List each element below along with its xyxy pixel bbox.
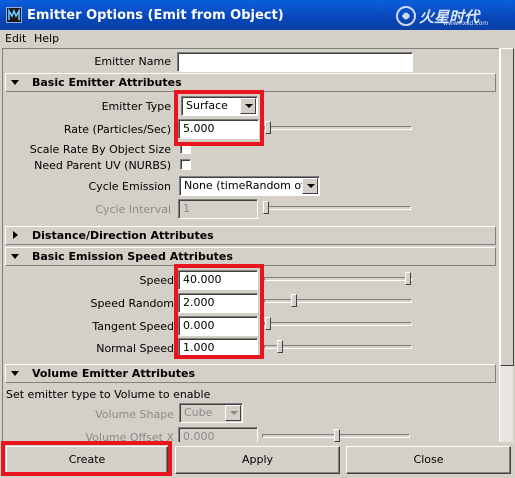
speed-label: Speed (139, 274, 174, 287)
section-volume-emitter[interactable]: Volume Emitter Attributes (5, 364, 496, 383)
watermark-url: www.hxsd.com (443, 20, 489, 27)
volume-offset-x-label: Volume Offset X (85, 431, 175, 442)
volume-shape-label: Volume Shape (95, 408, 174, 421)
speed-random-field[interactable]: 2.000 (178, 293, 258, 313)
tangent-speed-label: Tangent Speed (92, 320, 174, 333)
menu-bar: Edit Help (0, 30, 515, 48)
speed-slider-track[interactable] (264, 277, 412, 281)
cycle-emission-value: None (timeRandom off) (184, 179, 313, 192)
normal-speed-field[interactable]: 1.000 (178, 338, 258, 358)
options-panel: Emitter Name Basic Emitter Attributes Em… (2, 48, 499, 442)
cycle-interval-field: 1 (178, 199, 258, 219)
collapse-arrow-icon (11, 254, 19, 259)
vertical-scrollbar[interactable] (499, 48, 514, 442)
dropdown-arrow-icon (225, 405, 241, 421)
need-parent-uv-checkbox[interactable] (180, 159, 191, 170)
section-basic-emitter[interactable]: Basic Emitter Attributes (5, 73, 496, 92)
cycle-emission-dropdown[interactable]: None (timeRandom off) (179, 176, 320, 196)
section-distance-direction[interactable]: Distance/Direction Attributes (5, 226, 496, 245)
cycle-emission-label: Cycle Emission (88, 180, 172, 193)
section-emission-speed-title: Basic Emission Speed Attributes (32, 250, 233, 263)
speed-random-slider-thumb[interactable] (291, 294, 297, 307)
cycle-interval-slider-track (263, 206, 411, 210)
section-basic-emitter-title: Basic Emitter Attributes (32, 76, 182, 89)
volume-offset-x-field: 0.000 (178, 427, 258, 442)
emitter-type-label: Emitter Type (101, 100, 171, 113)
rate-field[interactable]: 5.000 (178, 119, 259, 139)
normal-speed-slider-thumb[interactable] (277, 340, 283, 353)
speed-random-label: Speed Random (90, 297, 174, 310)
cycle-interval-label: Cycle Interval (95, 203, 171, 216)
normal-speed-slider-track[interactable] (264, 345, 412, 349)
tangent-speed-slider-track[interactable] (264, 322, 412, 326)
emitter-type-value: Surface (186, 99, 228, 112)
watermark-logo: 火星时代 www.hxsd.com (393, 3, 503, 29)
tangent-speed-slider-thumb[interactable] (265, 317, 271, 330)
dropdown-arrow-icon[interactable] (302, 178, 318, 194)
title-bar: Emitter Options (Emit from Object) 火星时代 … (0, 0, 515, 30)
rate-slider-track[interactable] (264, 126, 412, 130)
volume-shape-dropdown: Cube (179, 403, 243, 423)
section-volume-emitter-title: Volume Emitter Attributes (32, 367, 195, 380)
normal-speed-label: Normal Speed (96, 342, 174, 355)
window-title: Emitter Options (Emit from Object) (27, 8, 284, 23)
collapse-arrow-icon (11, 371, 19, 376)
cycle-interval-slider-thumb (263, 201, 269, 214)
scale-rate-checkbox[interactable] (180, 143, 191, 154)
emitter-name-field[interactable] (177, 52, 413, 72)
rate-slider-thumb[interactable] (265, 121, 271, 134)
emitter-name-label: Emitter Name (94, 55, 171, 68)
volume-offset-x-slider-thumb (334, 429, 340, 442)
speed-slider-thumb[interactable] (405, 272, 411, 285)
emitter-type-dropdown[interactable]: Surface (181, 96, 258, 116)
apply-button[interactable]: Apply (175, 446, 340, 474)
menu-help[interactable]: Help (34, 32, 59, 45)
create-button[interactable]: Create (6, 446, 168, 474)
speed-field[interactable]: 40.000 (178, 270, 258, 290)
volume-shape-value: Cube (184, 406, 213, 419)
menu-edit[interactable]: Edit (5, 32, 26, 45)
dropdown-arrow-icon[interactable] (240, 98, 256, 114)
scrollbar-thumb[interactable] (500, 48, 514, 366)
tangent-speed-field[interactable]: 0.000 (178, 316, 258, 336)
section-emission-speed[interactable]: Basic Emission Speed Attributes (5, 247, 496, 266)
volume-note: Set emitter type to Volume to enable (6, 388, 211, 401)
collapse-arrow-icon (11, 80, 19, 85)
need-parent-uv-label: Need Parent UV (NURBS) (34, 159, 171, 172)
close-button[interactable]: Close (346, 446, 511, 474)
speed-random-slider-track[interactable] (264, 299, 412, 303)
maya-app-icon[interactable] (6, 7, 22, 23)
expand-arrow-icon (13, 231, 18, 239)
rate-label: Rate (Particles/Sec) (63, 123, 171, 136)
section-distance-direction-title: Distance/Direction Attributes (32, 229, 214, 242)
scale-rate-label: Scale Rate By Object Size (29, 143, 171, 156)
